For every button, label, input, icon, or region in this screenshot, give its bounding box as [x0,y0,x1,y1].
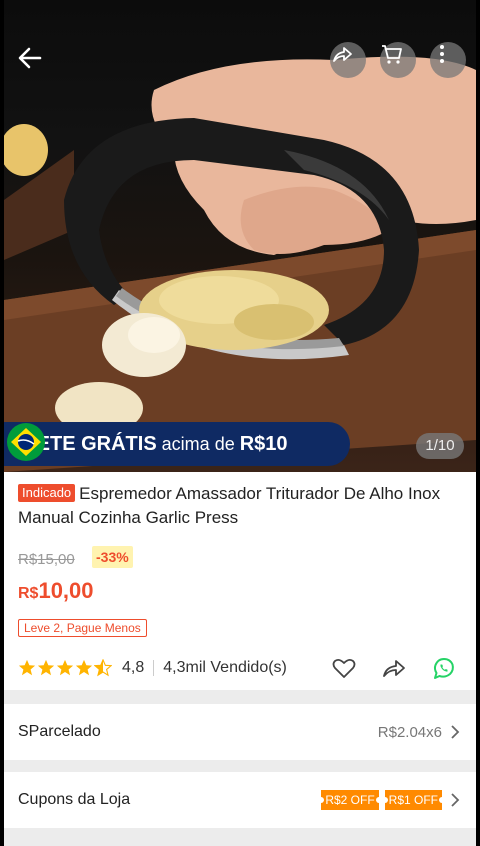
favorite-button[interactable] [330,654,358,682]
chevron-right-icon [451,793,460,807]
product-image-gallery[interactable]: FRETE GRÁTIS acima de R$10 1/10 [4,0,476,472]
discount-badge: -33% [92,546,133,568]
store-coupons-right: R$2 OFF R$1 OFF [318,790,462,810]
current-price: R$10,00 [18,578,94,604]
sold-count: 4,3mil Vendido(s) [163,659,287,676]
share-button[interactable] [330,42,366,78]
brazil-flag-icon [7,423,45,461]
back-arrow-icon [18,47,42,69]
cart-icon [382,45,402,64]
product-actions [330,654,458,682]
price-currency: R$ [18,585,39,602]
star-icon [18,659,36,676]
divider [153,660,155,676]
installments-row[interactable]: SParcelado R$2.04x6 [4,704,476,760]
phone-screen: FRETE GRÁTIS acima de R$10 1/10 Indicado… [0,0,480,846]
cart-button[interactable] [380,42,416,78]
whatsapp-share-button[interactable] [430,654,458,682]
installments-value: R$2.04x6 [377,723,442,741]
store-coupons-row[interactable]: Cupons da Loja R$2 OFF R$1 OFF [4,772,476,828]
chevron-right-icon [451,725,460,739]
free-shipping-text: FRETE GRÁTIS acima de R$10 [10,432,288,455]
product-title: Indicado Espremedor Amassador Triturador … [18,482,462,530]
indicado-badge: Indicado [18,484,76,502]
heart-icon [332,658,356,678]
more-vertical-icon [440,45,444,63]
rating-row: 4,8 4,3mil Vendido(s) [18,656,462,680]
product-info-card: Indicado Espremedor Amassador Triturador … [4,472,476,690]
more-options-button[interactable] [430,42,466,78]
installments-right: R$2.04x6 [378,724,462,741]
star-icon [37,659,55,676]
coupon-badge: R$1 OFF [381,790,446,810]
coupon-badge: R$2 OFF [318,790,383,810]
star-icon [75,659,93,676]
whatsapp-icon [433,658,454,679]
share-arrow-icon [383,660,405,677]
image-counter: 1/10 [416,433,464,459]
rating-value: 4,8 [122,659,145,676]
original-price: R$15,00 [18,551,75,568]
share-icon [333,47,352,62]
store-coupons-label: Cupons da Loja [18,791,131,808]
product-title-text: Espremedor Amassador Triturador De Alho … [18,484,441,527]
product-page: FRETE GRÁTIS acima de R$10 1/10 Indicado… [4,0,476,846]
free-shipping-banner: FRETE GRÁTIS acima de R$10 [4,422,350,466]
back-button[interactable] [16,44,52,80]
installments-label: SParcelado [18,723,101,740]
half-star-icon [94,659,112,677]
rating-stars [18,659,112,677]
promo-tag[interactable]: Leve 2, Pague Menos [18,619,147,637]
share-product-button[interactable] [380,654,408,682]
price-value: 10,00 [38,578,94,603]
star-icon [56,659,74,676]
